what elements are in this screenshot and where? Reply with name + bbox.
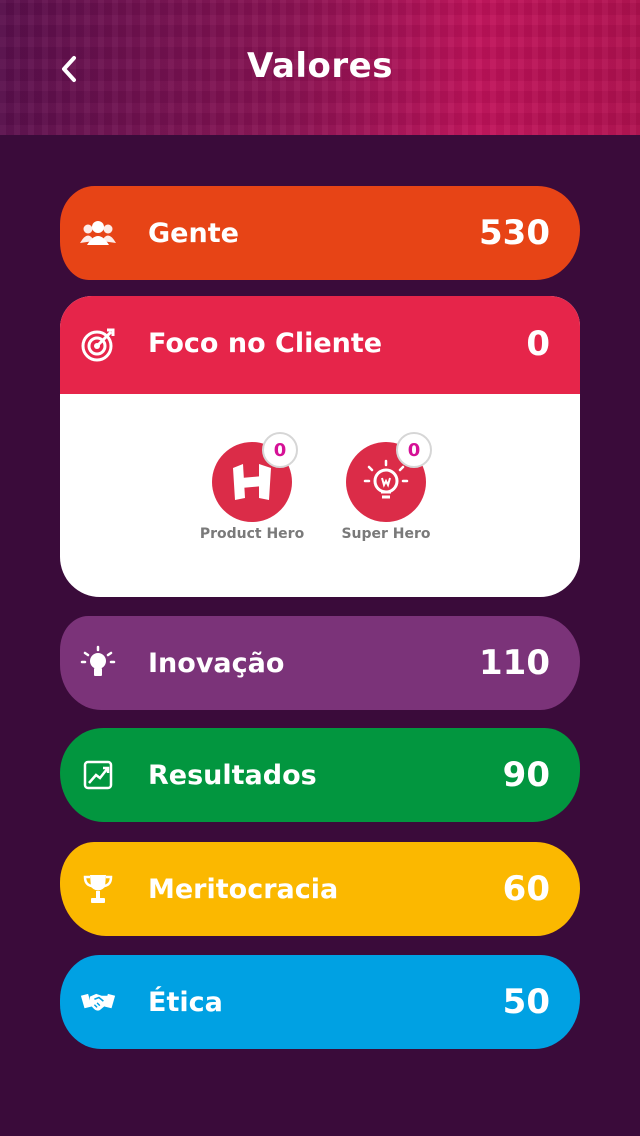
value-points: 530	[479, 213, 550, 253]
value-label: Resultados	[148, 759, 317, 791]
value-pill[interactable]: Resultados 90	[60, 728, 580, 822]
value-label: Inovação	[148, 647, 285, 679]
chart-icon	[80, 757, 116, 793]
value-label: Meritocracia	[148, 873, 339, 905]
badge-count: 0	[396, 432, 432, 468]
lightbulb-icon	[80, 645, 116, 681]
badge-label: Super Hero	[341, 526, 431, 542]
target-icon	[80, 327, 116, 367]
badge-circle: 0	[212, 432, 298, 522]
hero-logo-icon	[233, 464, 271, 500]
badge-super-hero[interactable]: 0 Super Hero	[326, 432, 446, 542]
value-label: Ética	[148, 986, 223, 1018]
value-points: 60	[502, 869, 550, 909]
value-points: 50	[502, 982, 550, 1022]
header: Valores	[0, 0, 640, 135]
badge-product-hero[interactable]: 0 Product Hero	[192, 432, 312, 542]
value-pill[interactable]: Meritocracia 60	[60, 842, 580, 936]
value-points: 110	[479, 643, 550, 683]
people-icon	[80, 215, 116, 251]
badge-label: Product Hero	[199, 526, 305, 542]
value-label: Gente	[148, 217, 239, 249]
value-pill[interactable]: Gente 530	[60, 186, 580, 280]
handshake-icon	[80, 984, 116, 1020]
page-title: Valores	[247, 46, 393, 86]
value-pill[interactable]: Ética 50	[60, 955, 580, 1049]
value-points: 90	[502, 755, 550, 795]
value-pill[interactable]: Foco no Cliente 0	[60, 296, 580, 394]
value-card-foco-no-cliente[interactable]: Foco no Cliente 0 0 Product Hero 0 Super…	[60, 296, 580, 597]
value-points: 0	[526, 324, 550, 364]
badge-count: 0	[262, 432, 298, 468]
value-label: Foco no Cliente	[148, 328, 383, 359]
badge-circle: 0	[346, 432, 432, 522]
trophy-icon	[80, 871, 116, 907]
value-pill[interactable]: Inovação 110	[60, 616, 580, 710]
